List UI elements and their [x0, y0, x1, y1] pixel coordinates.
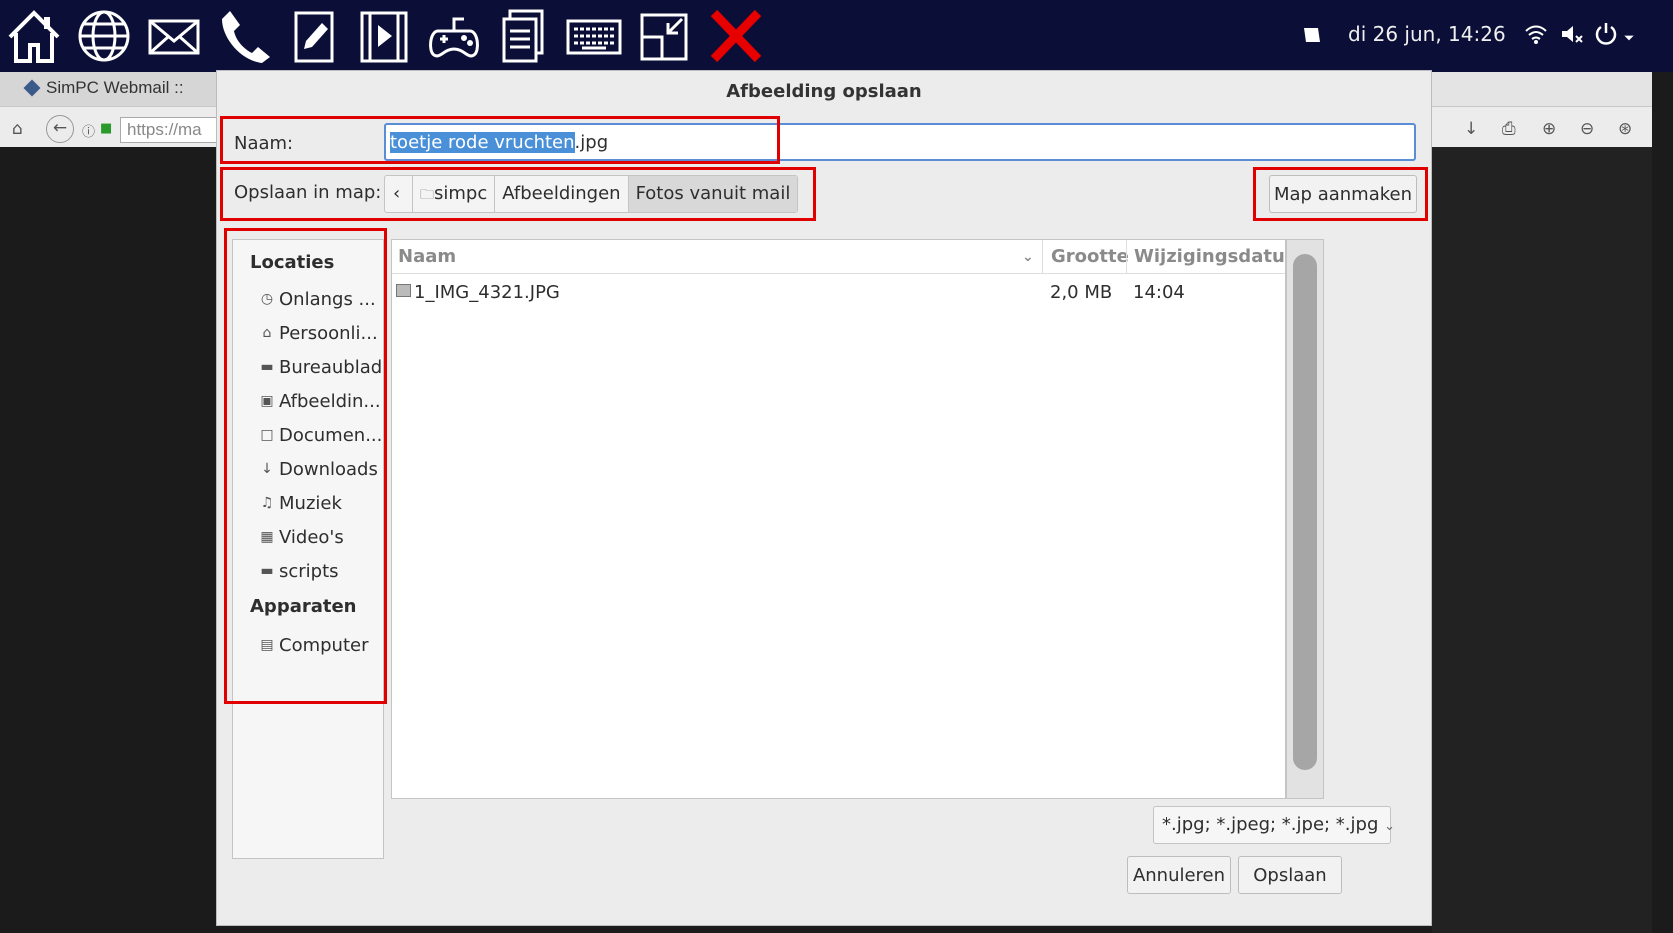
notification-icon[interactable]	[1300, 24, 1324, 52]
edit-icon[interactable]	[282, 6, 346, 66]
filename-selected-text: toetje rode vruchten	[390, 132, 575, 153]
place-scripts[interactable]: ▬ scripts	[257, 556, 385, 586]
file-list-header: Naam ⌄ Grootte Wijzigingsdatum	[392, 240, 1304, 274]
file-type-filter[interactable]: *.jpg; *.jpeg; *.jpe; *.jpg ⌄	[1153, 806, 1395, 844]
devices-header: Apparaten	[250, 596, 357, 617]
place-recent[interactable]: ◷ Onlangs ...	[257, 284, 385, 314]
download-icon: ↓	[261, 461, 273, 477]
column-name[interactable]: Naam	[398, 246, 456, 267]
cancel-button[interactable]: Annuleren	[1127, 856, 1231, 894]
save-image-dialog: Afbeelding opslaan Naam: toetje rode vru…	[216, 70, 1432, 926]
place-videos[interactable]: ▦ Video's	[257, 522, 385, 552]
path-back-button[interactable]: ‹	[385, 176, 413, 212]
place-documents[interactable]: □ Documen...	[257, 420, 385, 450]
breadcrumb-simpc[interactable]: 🗀simpc	[413, 176, 496, 212]
info-icon: ⓘ	[82, 125, 96, 140]
video-icon[interactable]	[352, 6, 416, 66]
dialog-title: Afbeelding opslaan	[726, 81, 922, 102]
print-icon[interactable]: ⎙	[1502, 119, 1516, 139]
folder-label: Opslaan in map:	[234, 182, 382, 203]
drive-icon: ▤	[260, 637, 274, 653]
place-home[interactable]: ⌂ Persoonli...	[257, 318, 385, 348]
resize-icon[interactable]	[632, 6, 696, 66]
column-size[interactable]: Grootte	[1051, 246, 1129, 267]
name-label: Naam:	[234, 133, 294, 154]
sort-chevron-down-icon[interactable]: ⌄	[1022, 249, 1034, 265]
url-input[interactable]: https://ma	[120, 117, 220, 143]
keyboard-icon[interactable]	[562, 6, 626, 66]
folder-icon: 🗀	[420, 187, 434, 203]
column-divider	[1042, 240, 1043, 274]
folder-icon: ▬	[260, 359, 274, 375]
browser-content	[1432, 147, 1652, 933]
browser-tab[interactable]: SimPC Webmail ::	[0, 72, 218, 106]
clock[interactable]: di 26 jun, 14:26	[1348, 22, 1506, 46]
home-icon: ⌂	[262, 325, 272, 341]
phone-icon[interactable]	[212, 6, 276, 66]
place-pictures[interactable]: ▣ Afbeeldin...	[257, 386, 385, 416]
document-icon: □	[260, 427, 274, 443]
reset-zoom-icon[interactable]: ⊛	[1618, 119, 1632, 139]
path-bar: ‹ 🗀simpc Afbeeldingen Fotos vanuit mail	[384, 175, 799, 213]
image-file-icon	[396, 284, 411, 297]
top-panel: di 26 jun, 14:26	[0, 0, 1673, 72]
power-icon[interactable]	[1594, 22, 1618, 50]
camera-icon: ▣	[260, 393, 274, 409]
folder-icon: ▬	[260, 563, 274, 579]
gamepad-icon[interactable]	[422, 6, 486, 66]
places-header: Locaties	[250, 252, 335, 273]
browser-tab-title: SimPC Webmail ::	[46, 78, 184, 97]
chevron-left-icon: ‹	[393, 183, 401, 204]
file-modified: 14:04	[1133, 282, 1185, 303]
file-name: 1_IMG_4321.JPG	[414, 282, 560, 303]
film-icon: ▦	[260, 529, 274, 545]
filename-extension: .jpg	[574, 132, 609, 153]
download-icon[interactable]: ↓	[1464, 119, 1478, 139]
column-divider	[1126, 240, 1127, 274]
scrollbar[interactable]	[1286, 239, 1324, 799]
create-folder-button[interactable]: Map aanmaken	[1269, 175, 1417, 213]
breadcrumb-afbeeldingen[interactable]: Afbeeldingen	[495, 176, 629, 212]
place-music[interactable]: ♫ Muziek	[257, 488, 385, 518]
scroll-thumb[interactable]	[1293, 254, 1317, 770]
save-button[interactable]: Opslaan	[1238, 856, 1342, 894]
file-list: Naam ⌄ Grootte Wijzigingsdatum 1_IMG_432…	[391, 239, 1304, 799]
file-size: 2,0 MB	[1050, 282, 1113, 303]
chevron-down-icon[interactable]	[1622, 30, 1636, 49]
breadcrumb-fotos-vanuit-mail[interactable]: Fotos vanuit mail	[628, 176, 798, 212]
device-computer[interactable]: ▤ Computer	[257, 630, 385, 660]
home-icon[interactable]	[2, 6, 66, 66]
close-icon[interactable]	[704, 6, 768, 66]
column-modified[interactable]: Wijzigingsdatum	[1134, 246, 1304, 267]
home-icon[interactable]: ⌂	[12, 119, 23, 139]
clock-icon: ◷	[260, 291, 274, 307]
music-icon: ♫	[260, 495, 274, 511]
document-icon[interactable]	[492, 6, 556, 66]
globe-icon[interactable]	[72, 6, 136, 66]
mail-icon[interactable]	[142, 6, 206, 66]
chevron-down-icon: ⌄	[1384, 819, 1396, 834]
wifi-icon[interactable]	[1524, 22, 1548, 50]
volume-muted-icon[interactable]	[1560, 22, 1584, 50]
zoom-in-icon[interactable]: ⊕	[1542, 119, 1556, 139]
places-sidebar: Locaties ◷ Onlangs ... ⌂ Persoonli... ▬ Bur…	[232, 239, 384, 859]
zoom-out-icon[interactable]: ⊖	[1580, 119, 1594, 139]
lock-icon: ■	[100, 121, 113, 136]
favicon-icon	[23, 79, 41, 97]
back-icon[interactable]: ←	[46, 115, 74, 143]
place-desktop[interactable]: ▬ Bureaublad	[257, 352, 385, 382]
place-downloads[interactable]: ↓ Downloads	[257, 454, 385, 484]
filename-input[interactable]: toetje rode vruchten.jpg	[384, 123, 1416, 161]
